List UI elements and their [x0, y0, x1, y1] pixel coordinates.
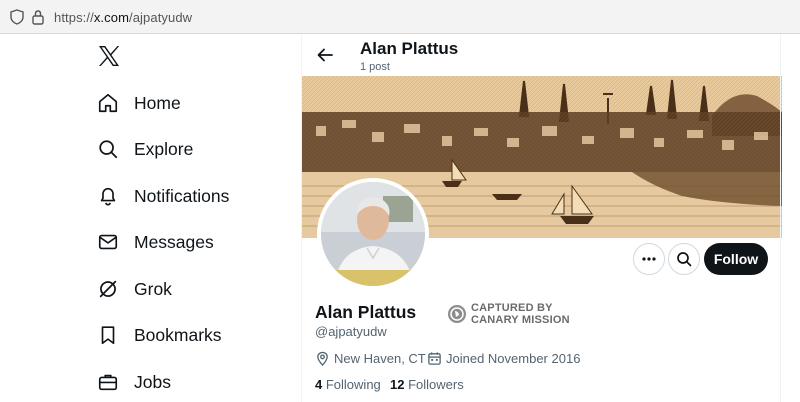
location-text: New Haven, CT	[334, 351, 426, 366]
back-arrow-icon[interactable]	[314, 44, 336, 66]
following-label: Following	[325, 377, 381, 392]
avatar[interactable]	[317, 178, 429, 290]
briefcase-icon	[98, 374, 118, 391]
search-icon	[677, 252, 692, 267]
more-options-button[interactable]	[633, 243, 665, 275]
captured-badge[interactable]: CAPTURED BY CANARY MISSION	[447, 302, 570, 326]
sidebar-item-bookmarks[interactable]: Bookmarks	[97, 319, 222, 351]
grok-icon	[99, 280, 117, 298]
sidebar-item-grok[interactable]: Grok	[97, 273, 172, 305]
followers-link[interactable]: 12 Followers	[390, 377, 464, 392]
badge-line-1: CAPTURED BY	[471, 302, 553, 314]
mail-icon	[98, 234, 118, 250]
avatar-photo	[321, 182, 425, 286]
profile-name: Alan Plattus	[315, 302, 417, 322]
follow-button[interactable]: Follow	[704, 243, 768, 275]
profile-location: New Haven, CT	[315, 351, 426, 366]
header-post-count: 1 post	[360, 61, 390, 73]
sidebar-nav: Home Explore Notifications Messages Grok	[0, 34, 300, 402]
sidebar-item-label: Messages	[134, 231, 214, 252]
lock-icon[interactable]	[31, 9, 45, 25]
profile-joined-date: Joined November 2016	[427, 351, 580, 366]
browser-address-bar[interactable]: https://x.com/ajpatyudw	[0, 0, 800, 34]
search-icon	[99, 140, 118, 159]
url-text[interactable]: https://x.com/ajpatyudw	[54, 10, 192, 25]
bell-icon	[100, 187, 116, 206]
bookmark-icon	[101, 326, 115, 345]
sidebar-item-label: Home	[134, 92, 181, 113]
more-dots-icon	[642, 257, 656, 261]
joined-text: Joined November 2016	[446, 351, 581, 366]
search-profile-button[interactable]	[668, 243, 700, 275]
x-logo-icon[interactable]	[97, 44, 121, 68]
url-prefix: https://	[54, 10, 94, 25]
shield-icon[interactable]	[10, 9, 24, 25]
url-path: /ajpatyudw	[129, 10, 193, 25]
sidebar-item-notifications[interactable]: Notifications	[97, 180, 229, 212]
badge-line-2: CANARY MISSION	[471, 314, 570, 326]
location-pin-icon	[317, 351, 328, 366]
badge-label: CAPTURED BY CANARY MISSION	[471, 302, 570, 326]
following-count: 4	[315, 377, 323, 392]
home-icon	[98, 93, 118, 113]
sidebar-item-label: Jobs	[134, 371, 171, 392]
sidebar-item-label: Notifications	[134, 185, 230, 206]
sidebar-item-explore[interactable]: Explore	[97, 133, 193, 165]
sidebar-item-home[interactable]: Home	[97, 87, 181, 119]
canary-mission-badge-icon	[448, 305, 466, 323]
column-divider	[780, 34, 781, 402]
sidebar-item-label: Grok	[134, 278, 172, 299]
following-link[interactable]: 4 Following	[315, 377, 381, 392]
followers-count: 12	[390, 377, 405, 392]
calendar-icon	[428, 352, 441, 365]
sidebar-item-label: Explore	[134, 138, 194, 159]
profile-handle: @ajpatyudw	[315, 324, 387, 339]
header-profile-name: Alan Plattus	[360, 39, 459, 58]
followers-label: Followers	[408, 377, 464, 392]
profile-main-column: Alan Plattus 1 post Follow Alan Plattus …	[301, 34, 782, 402]
sidebar-item-messages[interactable]: Messages	[97, 226, 214, 258]
sidebar-item-label: Bookmarks	[134, 324, 222, 345]
url-domain: x.com	[93, 10, 129, 25]
sidebar-item-jobs[interactable]: Jobs	[97, 366, 171, 398]
